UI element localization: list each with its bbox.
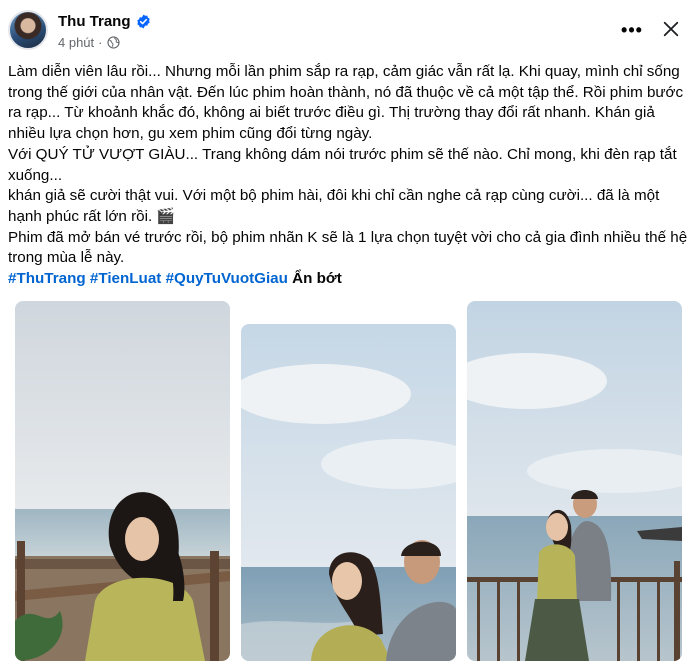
author-name[interactable]: Thu Trang	[58, 13, 131, 30]
more-options-button[interactable]: •••	[616, 16, 648, 44]
hashtag-link[interactable]: #ThuTrang	[8, 270, 86, 287]
post-photo-3[interactable]	[467, 301, 682, 661]
close-button[interactable]	[656, 14, 686, 44]
photo-image	[467, 301, 682, 661]
post-paragraph: Với QUÝ TỬ VƯỢT GIÀU... Trang không dám …	[8, 145, 677, 184]
post-timestamp[interactable]: 4 phút	[58, 35, 94, 50]
photo-image	[15, 301, 230, 661]
meta-separator: ·	[98, 35, 103, 50]
hashtag-line: #ThuTrang #TienLuat #QuyTuVuotGiau Ẩn bớ…	[8, 269, 692, 290]
author-row: Thu Trang	[58, 13, 151, 30]
post-meta: 4 phút ·	[58, 35, 120, 50]
post-paragraph: khán giả sẽ cười thật vui. Với một bộ ph…	[8, 187, 660, 225]
verified-badge-icon	[136, 14, 151, 29]
close-icon	[663, 21, 679, 37]
post-paragraph: Làm diễn viên lâu rồi... Nhưng mỗi lần p…	[8, 63, 684, 143]
see-less-link[interactable]: Ẩn bớt	[292, 270, 342, 287]
globe-icon[interactable]	[106, 36, 120, 49]
post-paragraph: Phim đã mở bán vé trước rồi, bộ phim nhã…	[8, 228, 688, 267]
photo-image	[241, 324, 456, 661]
post-header: Thu Trang 4 phút · •••	[0, 0, 700, 62]
hashtag-link[interactable]: #QuyTuVuotGiau	[166, 270, 288, 287]
avatar[interactable]	[8, 10, 48, 50]
post-photo-1[interactable]	[15, 301, 230, 661]
post-photo-2[interactable]	[241, 324, 456, 661]
hashtag-link[interactable]: #TienLuat	[90, 270, 161, 287]
post-body: Làm diễn viên lâu rồi... Nhưng mỗi lần p…	[8, 62, 692, 290]
